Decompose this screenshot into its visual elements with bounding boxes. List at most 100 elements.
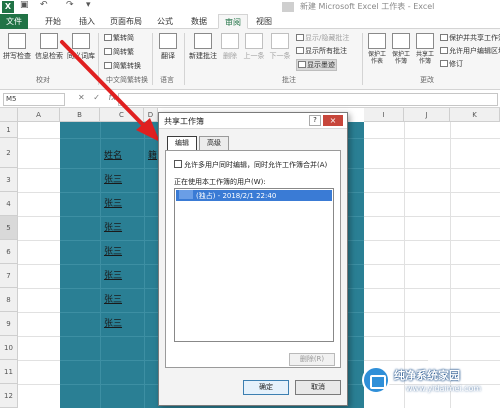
cancel-button[interactable]: 取消 [295, 380, 341, 395]
new-comment-button[interactable]: 新建批注 [188, 33, 218, 61]
show-ink-label: 显示墨迹 [307, 61, 335, 69]
column-header[interactable]: D [144, 108, 158, 122]
cell-name[interactable]: 张三 [104, 244, 122, 257]
allow-edit-ranges-label: 允许用户编辑区域 [449, 47, 500, 55]
dialog-title: 共享工作簿 [164, 117, 204, 126]
tab-formulas[interactable]: 公式 [150, 14, 180, 29]
cancel-icon[interactable]: ✕ [78, 93, 85, 102]
customize-icon[interactable]: ▾ [86, 0, 91, 10]
convert-button[interactable]: 简繁转换 [104, 61, 141, 71]
user-list-item[interactable]: (独占) - 2018/2/1 22:40 [176, 190, 332, 201]
protect-sheet-button[interactable]: 保护工作表 [366, 33, 388, 65]
row-header[interactable]: 10 [0, 336, 18, 360]
show-all-comments-button[interactable]: 显示所有批注 [296, 46, 347, 56]
tab-data[interactable]: 数据 [184, 14, 214, 29]
translate-button[interactable]: 翻译 [156, 33, 180, 61]
protect-workbook-button[interactable]: 保护工作簿 [390, 33, 412, 65]
watermark: 纯净系统家园 www.yidaimei.com [360, 344, 500, 408]
row-header[interactable]: 8 [0, 288, 18, 312]
row-header[interactable]: 6 [0, 240, 18, 264]
share-workbook-label: 共享工作簿 [415, 51, 434, 65]
spelling-button[interactable]: 拼写检查 [2, 33, 32, 61]
protect-share-button[interactable]: 保护并共享工作簿 [440, 33, 500, 43]
ok-button[interactable]: 确定 [243, 380, 289, 395]
row-header[interactable]: 7 [0, 264, 18, 288]
row-header[interactable]: 5 [0, 216, 18, 240]
paw-icon [423, 344, 446, 366]
remove-user-button[interactable]: 删除(R) [289, 353, 335, 366]
new-comment-icon [194, 33, 212, 49]
row-header[interactable]: 1 [0, 122, 18, 138]
formula-input[interactable] [118, 93, 498, 106]
show-hide-comment-button[interactable]: 显示/隐藏批注 [296, 33, 349, 43]
row-header[interactable]: 12 [0, 384, 18, 408]
row-header[interactable]: 2 [0, 138, 18, 168]
tab-insert[interactable]: 插入 [72, 14, 102, 29]
to-simplified-button[interactable]: 繁转简 [104, 33, 134, 43]
cell-header-name[interactable]: 姓名 [104, 148, 122, 161]
column-header[interactable]: I [364, 108, 404, 122]
translate-label: 翻译 [161, 52, 175, 60]
row-header[interactable]: 9 [0, 312, 18, 336]
select-all-corner[interactable] [0, 108, 18, 122]
save-icon[interactable]: ▣ [20, 0, 29, 10]
column-header[interactable]: K [450, 108, 500, 122]
fx-icon[interactable]: fx [109, 93, 117, 102]
tab-editing[interactable]: 编辑 [167, 136, 197, 151]
previous-comment-button[interactable]: 上一条 [242, 33, 266, 61]
allow-edit-ranges-button[interactable]: 允许用户编辑区域 [440, 46, 500, 56]
cell-name[interactable]: 张三 [104, 196, 122, 209]
delete-comment-icon [221, 33, 239, 49]
protect-sheet-label: 保护工作表 [367, 51, 386, 65]
tab-view[interactable]: 视图 [250, 14, 278, 29]
tab-file[interactable]: 文件 [0, 14, 28, 29]
group-chinese-label: 中文简繁转换 [106, 76, 148, 84]
users-listbox[interactable]: (独占) - 2018/2/1 22:40 [174, 188, 334, 342]
cell-name[interactable]: 张三 [104, 220, 122, 233]
protect-sheet-icon [368, 33, 386, 49]
group-separator [184, 33, 185, 85]
cell-header-origin[interactable]: 籍 [148, 148, 157, 161]
cell-name[interactable]: 张三 [104, 172, 122, 185]
watermark-brand: 纯净系统家园 [394, 369, 460, 382]
name-box[interactable]: M5 [3, 93, 65, 106]
tab-advanced[interactable]: 高级 [199, 136, 229, 150]
column-header[interactable]: J [404, 108, 450, 122]
tab-page-layout[interactable]: 页面布局 [106, 14, 146, 29]
protect-workbook-label: 保护工作簿 [391, 51, 410, 65]
column-header[interactable]: A [18, 108, 60, 122]
to-traditional-button[interactable]: 简转繁 [104, 47, 134, 57]
thesaurus-button[interactable]: 同义词库 [66, 33, 96, 61]
delete-comment-button[interactable]: 删除 [220, 33, 240, 61]
cell-name[interactable]: 张三 [104, 268, 122, 281]
redacted-username [179, 190, 193, 199]
cell-name[interactable]: 张三 [104, 292, 122, 305]
track-changes-button[interactable]: 修订 [440, 59, 463, 69]
track-changes-icon [440, 60, 448, 67]
users-list-label: 正在使用本工作簿的用户(W): [174, 178, 266, 186]
row-header[interactable]: 11 [0, 360, 18, 384]
enter-icon[interactable]: ✓ [93, 93, 100, 102]
allow-edit-icon [440, 47, 448, 54]
user-entry-text: (独占) - 2018/2/1 22:40 [196, 192, 277, 200]
show-ink-button[interactable]: 显示墨迹 [296, 59, 337, 71]
share-workbook-button[interactable]: 共享工作簿 [414, 33, 436, 65]
help-icon[interactable]: ? [309, 115, 321, 126]
research-button[interactable]: 信息检索 [34, 33, 64, 61]
comment-icon [296, 34, 304, 41]
column-header[interactable]: B [60, 108, 100, 122]
next-comment-button[interactable]: 下一条 [268, 33, 292, 61]
tab-review[interactable]: 审阅 [218, 14, 248, 29]
checkbox-box[interactable] [174, 160, 182, 168]
close-icon[interactable]: × [323, 115, 343, 126]
show-hide-comment-label: 显示/隐藏批注 [305, 34, 350, 42]
row-header[interactable]: 4 [0, 192, 18, 216]
redo-icon[interactable]: ↷ [66, 0, 74, 10]
column-header[interactable]: C [100, 108, 144, 122]
cell-name[interactable]: 张三 [104, 316, 122, 329]
allow-multi-user-checkbox[interactable]: 允许多用户同时编辑，同时允许工作簿合并(A) [174, 160, 327, 170]
tab-home[interactable]: 开始 [38, 14, 68, 29]
editing-panel: 允许多用户同时编辑，同时允许工作簿合并(A) 正在使用本工作簿的用户(W): (… [165, 150, 341, 368]
row-header[interactable]: 3 [0, 168, 18, 192]
undo-icon[interactable]: ↶ [40, 0, 48, 10]
